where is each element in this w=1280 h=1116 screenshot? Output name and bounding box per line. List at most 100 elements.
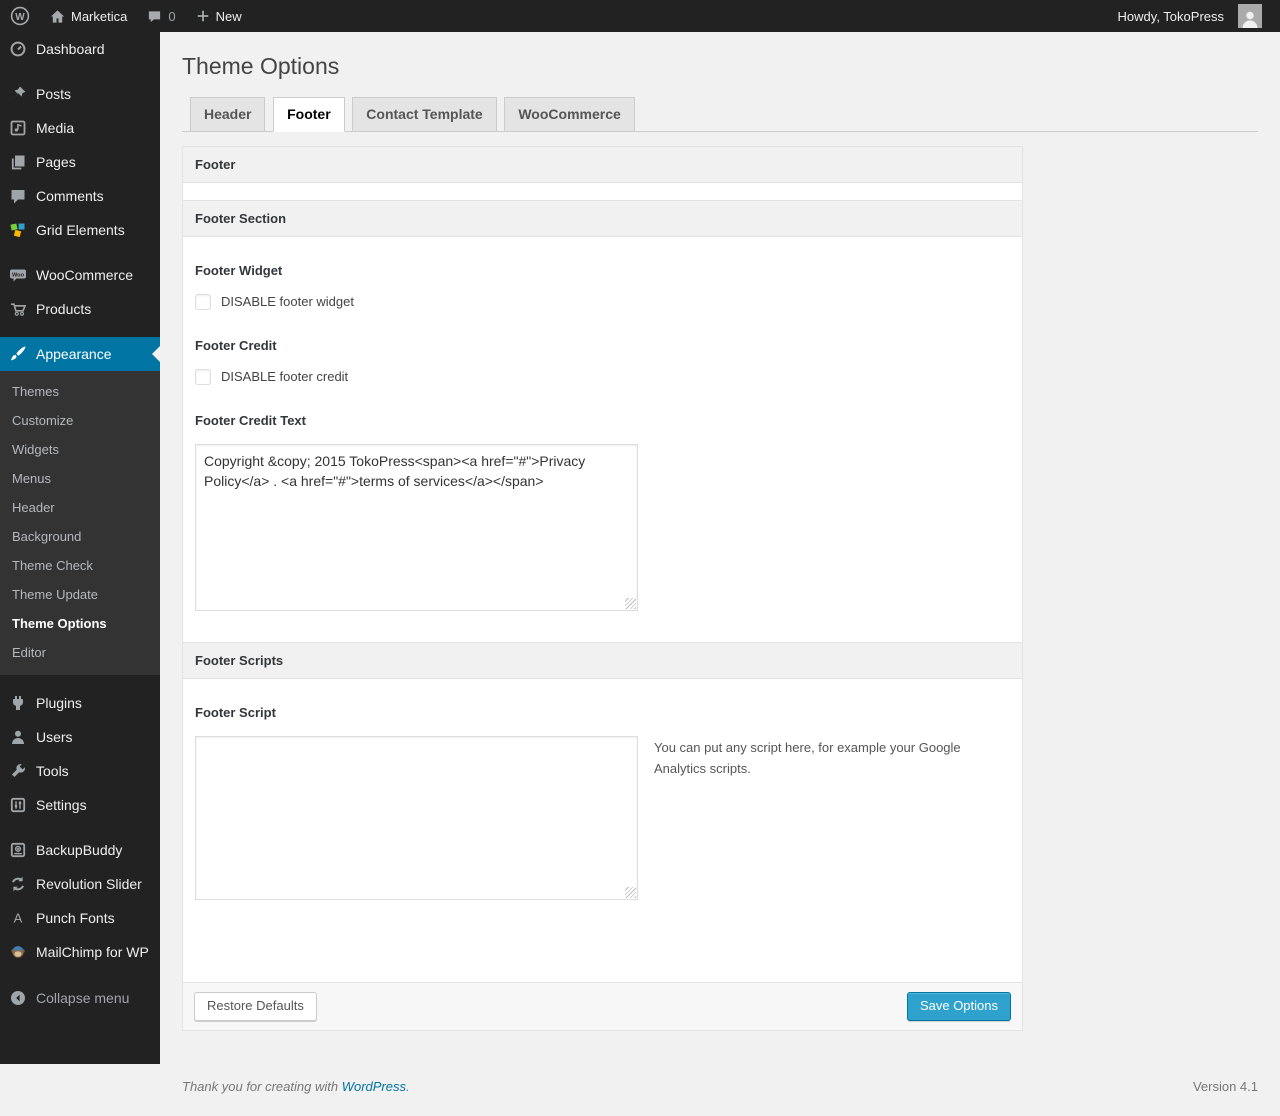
disable-footer-widget-checkbox[interactable] [195, 294, 211, 310]
tab-header[interactable]: Header [190, 97, 265, 131]
sidebar-item-label: Users [36, 729, 73, 745]
submenu-item-menus[interactable]: Menus [0, 464, 160, 493]
sidebar-item-label: Revolution Slider [36, 876, 142, 892]
tab-woocommerce[interactable]: WooCommerce [504, 97, 634, 131]
person-icon [1240, 8, 1260, 28]
page-title: Theme Options [182, 52, 1258, 81]
sidebar-item-label: Settings [36, 797, 87, 813]
footer-widget-row: DISABLE footer widget [195, 294, 1010, 310]
footer-credit-text-label: Footer Credit Text [195, 413, 1010, 428]
sidebar-item-posts[interactable]: Posts [0, 77, 160, 111]
menu-separator [0, 66, 160, 77]
wordpress-logo-menu[interactable]: W [0, 0, 40, 32]
disable-footer-widget-label: DISABLE footer widget [221, 294, 354, 309]
save-options-button[interactable]: Save Options [907, 992, 1011, 1021]
wrench-icon [10, 763, 26, 779]
submenu-item-customize[interactable]: Customize [0, 406, 160, 435]
comments-menu[interactable]: 0 [137, 0, 185, 32]
sidebar-item-comments[interactable]: Comments [0, 179, 160, 213]
admin-menu: Dashboard Posts Media Pages Comments Gri… [0, 32, 160, 1064]
media-icon [10, 120, 26, 136]
sidebar-item-woocommerce[interactable]: Woo WooCommerce [0, 258, 160, 292]
collapse-menu-label: Collapse menu [36, 990, 129, 1006]
sidebar-item-revolution-slider[interactable]: Revolution Slider [0, 867, 160, 901]
collapse-arrow-icon [10, 990, 26, 1006]
submenu-item-background[interactable]: Background [0, 522, 160, 551]
submenu-item-theme-options[interactable]: Theme Options [0, 609, 160, 638]
footer-scripts-body: Footer Script You can put any script her… [183, 679, 1022, 982]
sidebar-item-pages[interactable]: Pages [0, 145, 160, 179]
sidebar-item-users[interactable]: Users [0, 720, 160, 754]
submenu-item-editor[interactable]: Editor [0, 638, 160, 667]
sidebar-item-products[interactable]: Products [0, 292, 160, 326]
sidebar-item-plugins[interactable]: Plugins [0, 686, 160, 720]
new-menu[interactable]: New [186, 0, 252, 32]
footer-credit-label: Footer Credit [195, 338, 1010, 353]
submenu-item-header[interactable]: Header [0, 493, 160, 522]
user-icon [10, 729, 26, 745]
svg-text:W: W [15, 12, 25, 23]
wordpress-logo-icon: W [10, 6, 30, 26]
mailchimp-monkey-icon [10, 944, 26, 960]
submenu-item-theme-update[interactable]: Theme Update [0, 580, 160, 609]
sidebar-item-media[interactable]: Media [0, 111, 160, 145]
disable-footer-credit-label: DISABLE footer credit [221, 369, 348, 384]
plug-icon [10, 695, 26, 711]
site-name: Marketica [71, 9, 127, 24]
menu-separator [0, 247, 160, 258]
sidebar-item-grid-elements[interactable]: Grid Elements [0, 213, 160, 247]
footer-credit-row: DISABLE footer credit [195, 369, 1010, 385]
footer-credit-text-textarea[interactable]: Copyright &copy; 2015 TokoPress<span><a … [195, 444, 638, 611]
main-content: Theme Options Header Footer Contact Temp… [160, 0, 1280, 1116]
footer-widget-label: Footer Widget [195, 263, 1010, 278]
sidebar-item-label: Grid Elements [36, 222, 125, 238]
howdy-text: Howdy, TokoPress [1118, 9, 1224, 24]
my-account-menu[interactable]: Howdy, TokoPress [1108, 4, 1272, 28]
panel-footer-bar: Restore Defaults Save Options [183, 982, 1022, 1030]
page-footer: Thank you for creating with WordPress. V… [182, 1079, 1258, 1116]
tab-footer[interactable]: Footer [273, 97, 345, 132]
sidebar-item-label: Posts [36, 86, 71, 102]
sidebar-item-label: Pages [36, 154, 76, 170]
sidebar-item-label: Media [36, 120, 74, 136]
sidebar-item-backupbuddy[interactable]: BackupBuddy [0, 833, 160, 867]
footer-scripts-header: Footer Scripts [183, 642, 1022, 679]
home-icon [50, 9, 65, 24]
refresh-arrows-icon [10, 876, 26, 892]
footer-script-textarea[interactable] [195, 736, 638, 900]
new-label: New [216, 9, 242, 24]
plus-icon [196, 9, 210, 23]
letter-a-icon: A [10, 910, 26, 926]
svg-text:Woo: Woo [12, 273, 25, 279]
restore-defaults-button[interactable]: Restore Defaults [194, 992, 317, 1021]
sidebar-item-punch-fonts[interactable]: A Punch Fonts [0, 901, 160, 935]
sidebar-item-label: MailChimp for WP [36, 944, 149, 960]
sidebar-item-tools[interactable]: Tools [0, 754, 160, 788]
sidebar-item-mailchimp[interactable]: MailChimp for WP [0, 935, 160, 969]
tab-bar: Header Footer Contact Template WooCommer… [182, 97, 1258, 132]
dashboard-icon [10, 41, 26, 57]
menu-separator [0, 675, 160, 686]
site-menu[interactable]: Marketica [40, 0, 137, 32]
collapse-menu-button[interactable]: Collapse menu [0, 981, 160, 1015]
sidebar-item-appearance[interactable]: Appearance [0, 337, 160, 371]
disable-footer-credit-checkbox[interactable] [195, 369, 211, 385]
admin-bar: W Marketica 0 New Howdy, TokoPress [0, 0, 1280, 32]
tab-contact-template[interactable]: Contact Template [352, 97, 496, 131]
footer-script-row: You can put any script here, for example… [195, 736, 1010, 900]
sidebar-item-label: Products [36, 301, 91, 317]
sidebar-item-label: Tools [36, 763, 69, 779]
submenu-item-widgets[interactable]: Widgets [0, 435, 160, 464]
version-text: Version 4.1 [1193, 1079, 1258, 1094]
sidebar-item-dashboard[interactable]: Dashboard [0, 32, 160, 66]
menu-separator [0, 822, 160, 833]
footer-section-header: Footer Section [183, 200, 1022, 237]
wordpress-link[interactable]: WordPress [342, 1079, 406, 1094]
pushpin-icon [10, 86, 26, 102]
submenu-item-theme-check[interactable]: Theme Check [0, 551, 160, 580]
sidebar-item-settings[interactable]: Settings [0, 788, 160, 822]
submenu-item-themes[interactable]: Themes [0, 377, 160, 406]
settings-icon [10, 797, 26, 813]
pages-icon [10, 154, 26, 170]
grid-elements-icon [10, 222, 26, 238]
